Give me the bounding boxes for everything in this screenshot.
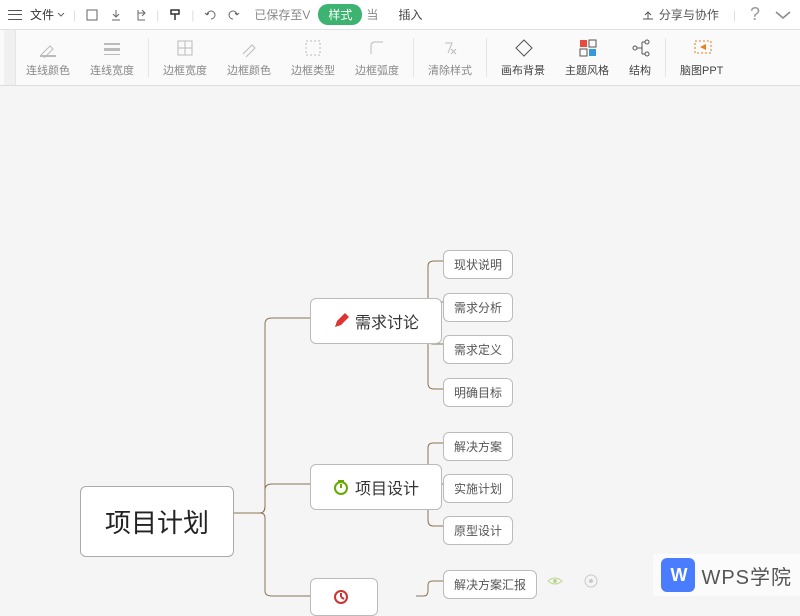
label: 连线颜色 [26, 62, 70, 78]
clear-style-icon [440, 38, 460, 58]
share-label: 分享与协作 [659, 6, 719, 23]
clear-style-button[interactable]: 清除样式 [418, 30, 482, 85]
label: 边框颜色 [227, 62, 271, 78]
label: 脑图PPT [680, 62, 723, 78]
ppt-icon [692, 38, 712, 58]
menu-icon[interactable] [8, 10, 22, 20]
export-icon[interactable] [132, 7, 148, 23]
mind-leaf[interactable]: 实施计划 [443, 474, 513, 503]
label: 解决方案汇报 [454, 576, 526, 593]
mind-leaf[interactable]: 原型设计 [443, 516, 513, 545]
mind-leaf[interactable]: 明确目标 [443, 378, 513, 407]
divider: | [156, 8, 159, 22]
download-icon[interactable] [108, 7, 124, 23]
collapse-icon[interactable] [774, 9, 792, 21]
border-color-button[interactable]: 边框颜色 [217, 38, 281, 78]
divider: | [191, 8, 194, 22]
eye-icon[interactable] [546, 572, 564, 590]
mind-leaf[interactable]: 解决方案汇报 [443, 570, 537, 599]
clock-icon [333, 589, 349, 605]
label: 边框弧度 [355, 62, 399, 78]
rename-icon[interactable] [84, 7, 100, 23]
label: 明确目标 [454, 384, 502, 401]
tab-insert[interactable]: 插入 [398, 6, 422, 23]
redo-icon[interactable] [226, 7, 242, 23]
border-width-button[interactable]: 边框宽度 [153, 38, 217, 78]
undo-icon[interactable] [202, 7, 218, 23]
line-color-button[interactable]: 连线颜色 [16, 38, 80, 78]
mind-node-design[interactable]: 项目设计 [310, 464, 442, 510]
divider [148, 38, 149, 77]
target-icon[interactable] [582, 572, 600, 590]
mind-leaf[interactable]: 需求分析 [443, 293, 513, 322]
border-color-icon [239, 38, 259, 58]
label: 解决方案 [454, 438, 502, 455]
line-color-icon [38, 38, 58, 58]
divider [665, 38, 666, 77]
theme-button[interactable]: 主题风格 [555, 38, 619, 78]
border-arc-button[interactable]: 边框弧度 [345, 38, 409, 78]
line-width-icon [102, 38, 122, 58]
divider: | [73, 8, 76, 22]
tab-style[interactable]: 样式 [318, 4, 362, 25]
label: 连线宽度 [90, 62, 134, 78]
file-menu-label: 文件 [30, 6, 54, 23]
help-icon[interactable]: ? [750, 4, 760, 25]
label: 清除样式 [428, 62, 472, 78]
border-width-icon [175, 38, 195, 58]
format-painter-icon[interactable] [167, 7, 183, 23]
share-icon [641, 8, 655, 22]
structure-icon [630, 38, 650, 58]
label: 项目计划 [105, 503, 209, 540]
watermark-text: WPS学院 [701, 561, 792, 590]
canvas-bg-icon [513, 38, 533, 58]
border-type-icon [303, 38, 323, 58]
mind-node-requirements[interactable]: 需求讨论 [310, 298, 442, 344]
chevron-down-icon [57, 11, 65, 19]
wps-logo-icon: W [661, 558, 695, 592]
label: 实施计划 [454, 480, 502, 497]
label: 结构 [629, 62, 651, 78]
label: 需求讨论 [355, 309, 419, 333]
share-button[interactable]: 分享与协作 [641, 6, 719, 23]
label: 主题风格 [565, 62, 609, 78]
border-arc-icon [367, 38, 387, 58]
structure-button[interactable]: 结构 [619, 38, 661, 78]
save-status: 已保存至V [254, 6, 310, 23]
label: 现状说明 [454, 256, 502, 273]
mind-leaf[interactable]: 需求定义 [443, 335, 513, 364]
mindmap-ppt-button[interactable]: 脑图PPT [670, 30, 733, 85]
view-controls [546, 572, 600, 590]
mind-root[interactable]: 项目计划 [80, 486, 234, 557]
theme-icon [577, 38, 597, 58]
label: 原型设计 [454, 522, 502, 539]
line-width-button[interactable]: 连线宽度 [80, 38, 144, 78]
ribbon: 连线颜色 连线宽度 边框宽度 边框颜色 边框类型 边框弧度 清除样式 [0, 30, 800, 86]
file-menu[interactable]: 文件 [30, 6, 65, 23]
label: 边框类型 [291, 62, 335, 78]
divider [413, 38, 414, 77]
watermark: W WPS学院 [653, 554, 800, 596]
top-bar: 文件 | | | 已保存至V 样式 当 插入 分享与协作 | ? [0, 0, 800, 30]
pencil-icon [333, 313, 349, 329]
label: 需求定义 [454, 341, 502, 358]
label: W [670, 565, 686, 586]
ribbon-edge [4, 30, 16, 85]
label: 需求分析 [454, 299, 502, 316]
border-type-button[interactable]: 边框类型 [281, 38, 345, 78]
mind-node-partial[interactable] [310, 578, 378, 616]
canvas-bg-button[interactable]: 画布背景 [491, 38, 555, 78]
divider: | [733, 8, 736, 22]
mindmap-canvas[interactable]: 项目计划 需求讨论 现状说明 需求分析 需求定义 明确目标 项目设计 解决方案 … [0, 86, 800, 600]
mind-leaf[interactable]: 解决方案 [443, 432, 513, 461]
mind-leaf[interactable]: 现状说明 [443, 250, 513, 279]
label: 边框宽度 [163, 62, 207, 78]
label: 项目设计 [355, 475, 419, 499]
label: 画布背景 [501, 62, 545, 78]
timer-icon [333, 479, 349, 495]
divider [486, 38, 487, 77]
tab-suffix: 当 [366, 6, 378, 23]
